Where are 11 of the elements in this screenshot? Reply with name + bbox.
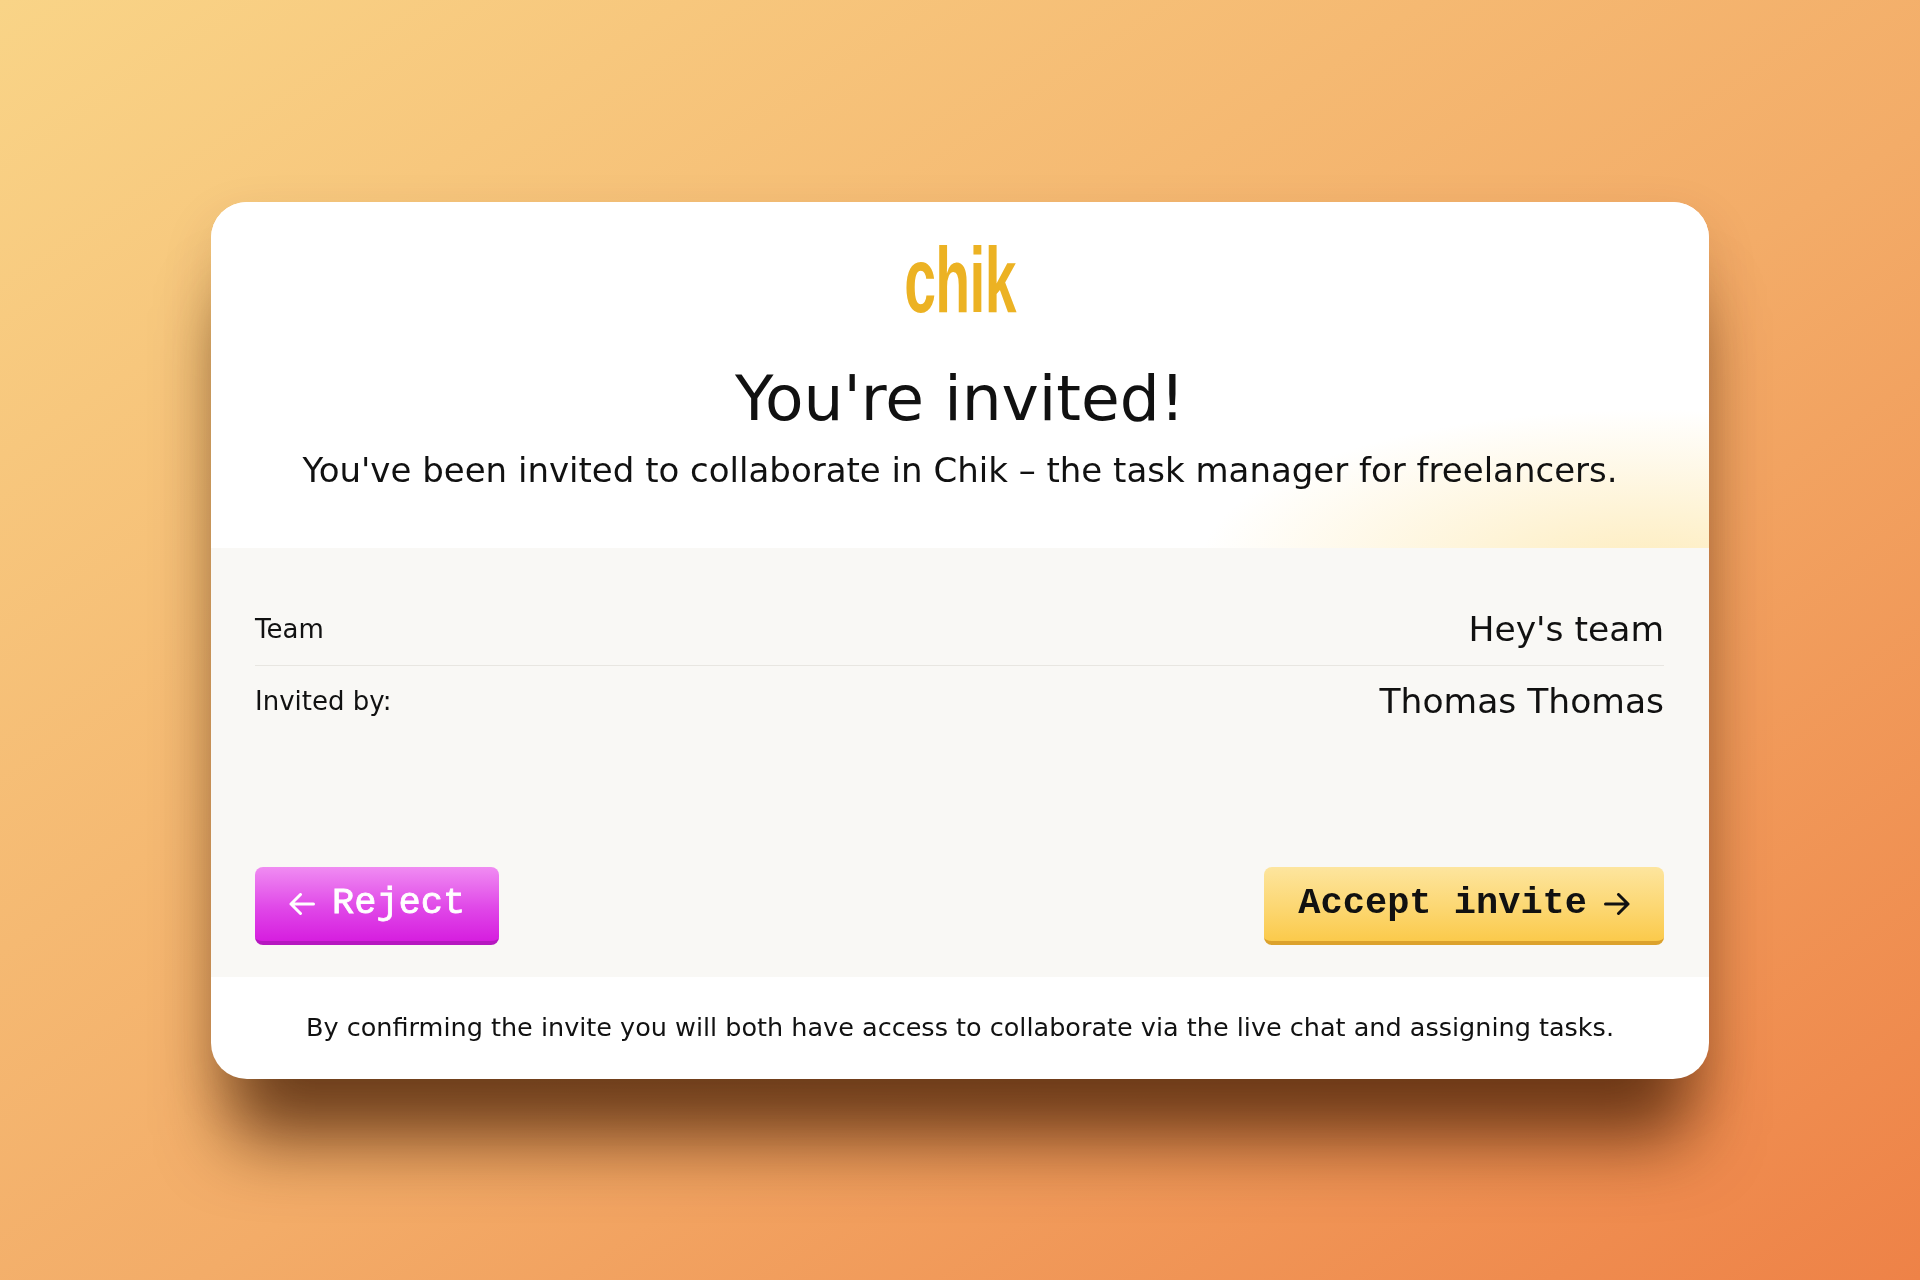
- accept-invite-button[interactable]: Accept invite: [1264, 866, 1664, 945]
- title: You're invited!: [733, 360, 1187, 437]
- detail-value: Hey's team: [1468, 610, 1664, 648]
- subtitle: You've been invited to collaborate in Chik – the task manager for freelancers.: [301, 449, 1619, 493]
- detail-value: Thomas Thomas: [1379, 682, 1664, 720]
- footnote: By confirming the invite you will both have access to collaborate via the live chat and assigning tasks.: [306, 1011, 1614, 1045]
- arrow-right-icon: [1604, 892, 1630, 915]
- detail-label: Team: [255, 612, 324, 646]
- detail-label: Invited by:: [255, 684, 392, 718]
- arrow-left-icon: [289, 892, 315, 915]
- logo: chik: [904, 245, 1016, 316]
